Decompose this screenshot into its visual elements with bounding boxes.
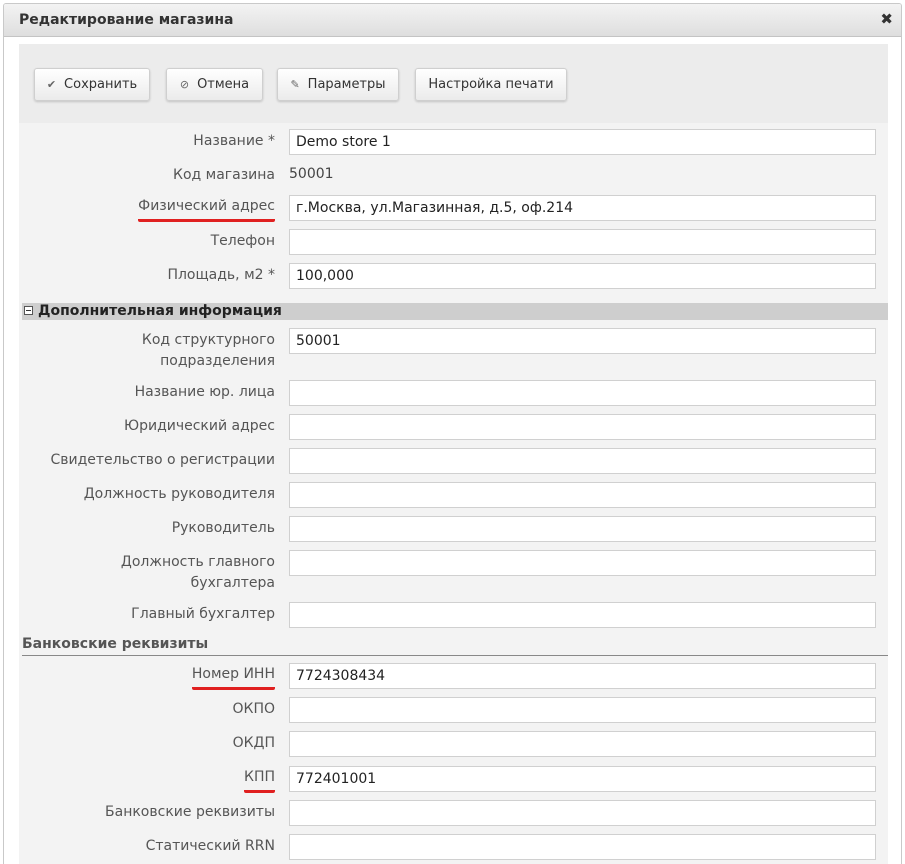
dialog-titlebar: Редактирование магазина ✖ [4,4,901,37]
kpp-input[interactable]: 772401001 [289,766,876,792]
collapse-icon[interactable] [24,306,33,315]
phone-label: Телефон [210,233,275,249]
toolbar: ✔ Сохранить ⊘ Отмена ✎ Параметры Настрой… [19,44,888,123]
section-extra-info-title: Дополнительная информация [38,303,282,319]
cancel-button[interactable]: ⊘ Отмена [166,68,263,101]
registration-input[interactable] [289,448,876,474]
name-label: Название * [193,133,275,149]
okdp-label: ОКДП [232,735,275,751]
cancel-icon: ⊘ [179,78,190,91]
store-code-value: 50001 [289,166,334,182]
area-input[interactable]: 100,000 [289,263,876,289]
save-button-label: Сохранить [64,77,138,92]
accountant-label: Главный бухгалтер [131,606,275,622]
dialog-title: Редактирование магазина [19,12,234,28]
form-content: ✔ Сохранить ⊘ Отмена ✎ Параметры Настрой… [19,44,888,864]
okdp-input[interactable] [289,731,876,757]
director-label: Руководитель [171,520,275,536]
bank-details-label: Банковские реквизиты [105,804,275,820]
parameters-button-label: Параметры [307,77,386,92]
inn-input[interactable]: 7724308434 [289,663,876,689]
section-extra-info-header[interactable]: Дополнительная информация [22,303,888,320]
name-input[interactable]: Demo store 1 [289,129,876,155]
phone-input[interactable] [289,229,876,255]
inn-label: Номер ИНН [191,664,275,690]
legal-address-input[interactable] [289,414,876,440]
okpo-label: ОКПО [232,701,275,717]
cancel-button-label: Отмена [197,77,250,92]
legal-name-label: Название юр. лица [134,384,275,400]
store-code-label: Код магазина [173,167,275,183]
okpo-input[interactable] [289,697,876,723]
edit-store-dialog: Редактирование магазина ✖ ✔ Сохранить ⊘ … [3,3,902,864]
director-position-input[interactable] [289,482,876,508]
physical-address-input[interactable]: г.Москва, ул.Магазинная, д.5, оф.214 [289,195,876,221]
rrn-input[interactable] [289,834,876,860]
print-settings-button-label: Настройка печати [428,77,554,92]
save-button[interactable]: ✔ Сохранить [34,68,150,101]
section-bank-title: Банковские реквизиты [22,636,209,652]
check-icon: ✔ [46,78,57,91]
section-bank-divider [22,655,888,656]
director-position-label: Должность руководителя [83,486,275,502]
area-label: Площадь, м2 * [167,267,275,283]
legal-address-label: Юридический адрес [123,418,275,434]
legal-name-input[interactable] [289,380,876,406]
unit-code-input[interactable]: 50001 [289,328,876,354]
physical-address-label: Физический адрес [138,196,275,222]
accountant-input[interactable] [289,602,876,628]
rrn-label: Статический RRN [145,838,275,854]
print-settings-button[interactable]: Настройка печати [415,68,567,101]
close-icon[interactable]: ✖ [880,10,893,28]
director-input[interactable] [289,516,876,542]
unit-code-label: Код структурного подразделения [141,332,275,369]
pencil-icon: ✎ [290,78,300,91]
bank-details-input[interactable] [289,800,876,826]
registration-label: Свидетельство о регистрации [50,452,275,468]
accountant-position-label: Должность главного бухгалтера [120,554,275,591]
parameters-button[interactable]: ✎ Параметры [277,68,399,101]
kpp-label: КПП [244,767,275,793]
accountant-position-input[interactable] [289,550,876,576]
